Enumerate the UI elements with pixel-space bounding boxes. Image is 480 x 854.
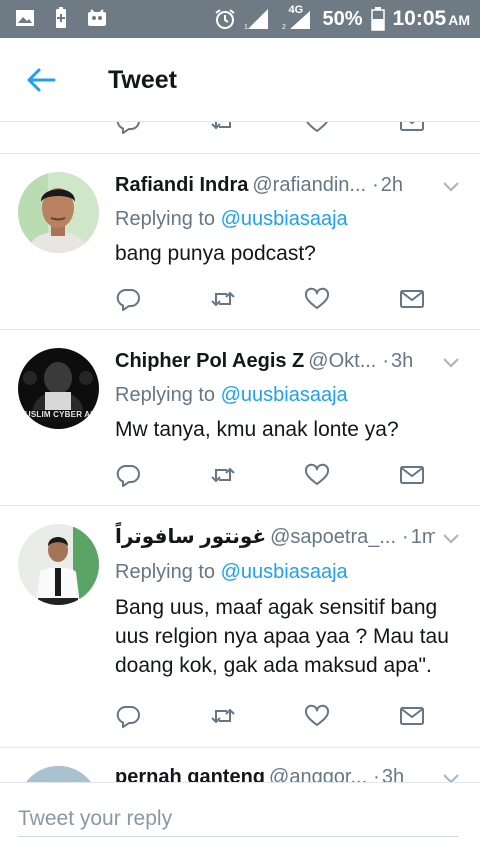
- tweet-text: Mw tanya, kmu anak lonte ya?: [115, 418, 399, 441]
- user-handle[interactable]: @Okt...: [308, 350, 376, 372]
- separator-dot: ·: [382, 350, 390, 372]
- display-name[interactable]: Chipher Pol Aegis Z: [115, 350, 304, 372]
- reply-icon[interactable]: [115, 704, 141, 728]
- like-icon[interactable]: [304, 463, 330, 487]
- display-name[interactable]: pernah ganteng: [115, 766, 265, 782]
- retweet-icon[interactable]: [210, 463, 236, 487]
- signal-icon: 1: [244, 9, 269, 31]
- status-bar: 1 4G 2 50% 10:05 AM: [0, 0, 480, 38]
- replying-to: Replying to @uusbiasaaja: [115, 380, 348, 410]
- direct-message-icon[interactable]: [399, 287, 425, 311]
- reply-tweet[interactable]: MUSLIM CYBER ARMY Chipher Pol Aegis Z@Ok…: [0, 330, 480, 506]
- replying-to: Replying to @uusbiasaaja: [115, 204, 348, 234]
- reply-input[interactable]: [18, 801, 458, 837]
- display-name[interactable]: Rafiandi Indra: [115, 174, 248, 196]
- avatar[interactable]: MUSLIM CYBER ARMY: [18, 348, 99, 429]
- chevron-down-icon[interactable]: [442, 533, 460, 545]
- tweet-text: bang punya podcast?: [115, 242, 316, 265]
- reply-composer: [0, 782, 480, 854]
- timestamp: 3h: [381, 766, 405, 782]
- svg-text:2: 2: [282, 24, 286, 31]
- separator-dot: ·: [372, 174, 379, 196]
- retweet-icon[interactable]: [210, 122, 236, 134]
- replying-to-label: Replying to: [115, 384, 221, 406]
- reply-feed[interactable]: Rafiandi Indra @rafiandin... · 2h Replying …: [0, 122, 480, 782]
- tweet-text: Bang uus, maaf agak sensitif bang uus re…: [115, 596, 449, 677]
- tweet-header: pernah ganteng @anggor... · 3h: [115, 762, 435, 782]
- avatar[interactable]: [18, 172, 99, 253]
- retweet-icon[interactable]: [210, 287, 236, 311]
- clock-ampm: AM: [448, 12, 470, 28]
- reply-tweet[interactable]: Rafiandi Indra @rafiandin... · 2h Replying …: [0, 154, 480, 330]
- replying-to: Replying to @uusbiasaaja: [115, 557, 348, 587]
- direct-message-icon[interactable]: [399, 122, 425, 134]
- mention-link[interactable]: @uusbiasaaja: [221, 561, 348, 583]
- direct-message-icon[interactable]: [399, 704, 425, 728]
- separator-dot: ·: [402, 526, 409, 548]
- app-notification-icon: [88, 9, 106, 26]
- reply-icon[interactable]: [115, 287, 141, 311]
- like-icon[interactable]: [304, 704, 330, 728]
- page-title: Tweet: [108, 66, 177, 94]
- timestamp: 3h: [391, 350, 414, 372]
- tweet-header: غونتور سافوتراً @sapoetra_... · 1m: [115, 522, 435, 552]
- direct-message-icon[interactable]: [399, 463, 425, 487]
- gallery-icon: [16, 10, 34, 26]
- tweet-header: Chipher Pol Aegis Z @Okt... · 3h: [115, 346, 435, 376]
- display-name[interactable]: غونتور سافوتراً: [115, 526, 266, 548]
- alarm-icon: [215, 9, 236, 29]
- clock-time: 10:05: [392, 7, 447, 30]
- svg-text:1: 1: [244, 24, 248, 31]
- back-arrow-icon[interactable]: [26, 66, 56, 94]
- like-icon[interactable]: [304, 122, 330, 134]
- chevron-down-icon[interactable]: [442, 357, 460, 369]
- clock: 10:05 AM: [393, 7, 471, 31]
- mention-link[interactable]: @uusbiasaaja: [221, 208, 348, 230]
- previous-tweet-actions: [0, 122, 480, 154]
- replying-to-label: Replying to: [115, 561, 221, 583]
- avatar-caption: MUSLIM CYBER ARMY: [18, 410, 99, 419]
- chevron-down-icon[interactable]: [442, 773, 460, 782]
- reply-tweet[interactable]: pernah ganteng @anggor... · 3h: [0, 748, 480, 782]
- reply-icon[interactable]: [115, 463, 141, 487]
- retweet-icon[interactable]: [210, 704, 236, 728]
- signal-4g-icon: 4G 2: [280, 4, 314, 31]
- battery-saver-icon: [56, 7, 66, 28]
- tweet-header: Rafiandi Indra @rafiandin... · 2h: [115, 170, 435, 200]
- separator-dot: ·: [373, 766, 380, 782]
- chevron-down-icon[interactable]: [442, 181, 460, 193]
- battery-icon: [370, 7, 385, 31]
- like-icon[interactable]: [304, 287, 330, 311]
- reply-tweet[interactable]: غونتور سافوتراً @sapoetra_... · 1m Replying…: [0, 506, 480, 748]
- avatar[interactable]: [18, 766, 99, 782]
- app-bar: Tweet: [0, 38, 480, 122]
- user-handle[interactable]: @sapoetra_...: [270, 526, 396, 548]
- user-handle[interactable]: @anggor...: [269, 766, 367, 782]
- user-handle[interactable]: @rafiandin...: [252, 174, 366, 196]
- replying-to-label: Replying to: [115, 208, 221, 230]
- reply-icon[interactable]: [115, 122, 141, 134]
- timestamp: 1m: [410, 526, 435, 548]
- battery-percent: 50%: [322, 7, 363, 30]
- timestamp: 2h: [380, 174, 403, 196]
- mention-link[interactable]: @uusbiasaaja: [221, 384, 348, 406]
- avatar[interactable]: [18, 524, 99, 605]
